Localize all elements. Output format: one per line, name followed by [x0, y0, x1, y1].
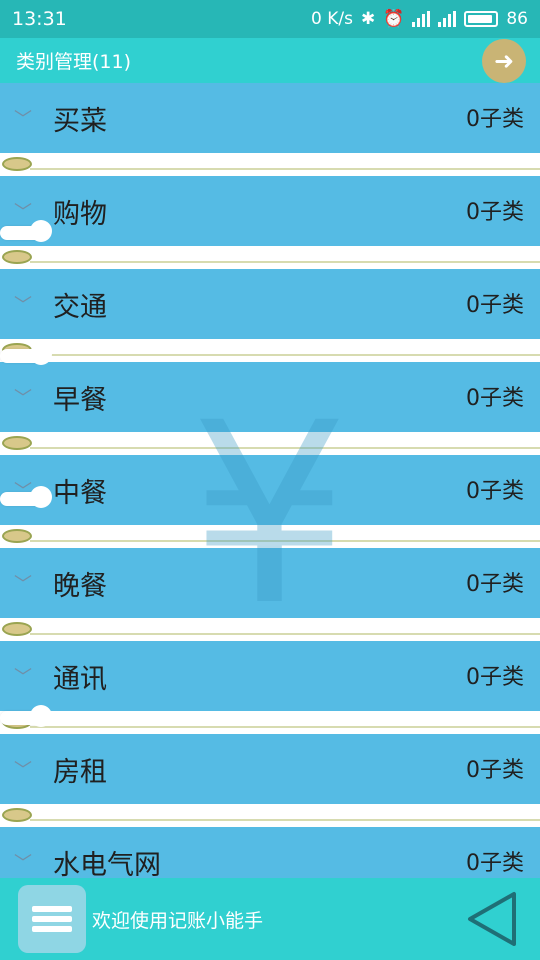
- category-row[interactable]: ﹀ 中餐 0子类: [0, 455, 540, 548]
- subcategory-count: 0子类: [466, 200, 524, 225]
- subcategory-count: 0子类: [466, 572, 524, 597]
- bluetooth-icon: ✱: [360, 9, 376, 29]
- category-row-main[interactable]: ﹀ 买菜 0子类: [0, 83, 540, 153]
- subcategory-count: 0子类: [466, 758, 524, 783]
- category-row-main[interactable]: ﹀ 晚餐 0子类: [0, 548, 540, 618]
- category-label: 早餐: [53, 384, 107, 416]
- drag-handle[interactable]: [0, 486, 52, 508]
- chevron-down-icon[interactable]: ﹀: [0, 570, 46, 596]
- category-label: 水电气网: [53, 849, 161, 879]
- category-label: 房租: [53, 756, 107, 788]
- category-row-main[interactable]: ﹀ 水电气网 0子类: [0, 827, 540, 878]
- category-row-main[interactable]: ﹀ 通讯 0子类: [0, 641, 540, 711]
- chevron-down-icon[interactable]: ﹀: [0, 384, 46, 410]
- category-label: 中餐: [53, 477, 107, 509]
- category-row-main[interactable]: ﹀ 购物 0子类: [0, 176, 540, 246]
- subcategory-count: 0子类: [466, 479, 524, 504]
- category-row[interactable]: ﹀ 交通 0子类: [0, 269, 540, 365]
- row-divider: [0, 246, 540, 269]
- welcome-message: 欢迎使用记账小能手: [92, 909, 264, 932]
- category-label: 交通: [53, 291, 107, 323]
- app-menu-icon[interactable]: [18, 885, 86, 953]
- category-label: 晚餐: [53, 570, 107, 602]
- back-button[interactable]: ➜: [482, 38, 526, 83]
- subcategory-count: 0子类: [466, 293, 524, 318]
- row-divider: [0, 432, 540, 455]
- bottom-bar: 欢迎使用记账小能手: [0, 878, 540, 960]
- subcategory-count: 0子类: [466, 107, 524, 132]
- category-label: 通讯: [53, 663, 107, 695]
- row-divider: [0, 339, 540, 362]
- signal-4g-icon: [412, 11, 431, 27]
- subcategory-count: 0子类: [466, 851, 524, 876]
- category-row-main[interactable]: ﹀ 交通 0子类: [0, 269, 540, 339]
- category-row[interactable]: ﹀ 房租 0子类: [0, 705, 540, 827]
- category-label: 购物: [53, 198, 107, 230]
- category-row[interactable]: ﹀ 早餐 0子类: [0, 362, 540, 455]
- row-divider: [0, 153, 540, 176]
- row-divider: [0, 804, 540, 827]
- row-divider: [0, 618, 540, 641]
- alarm-icon: ⏰: [383, 9, 405, 29]
- row-divider: [0, 525, 540, 548]
- title-bar: 类别管理(11) ➜: [0, 38, 540, 83]
- category-row-main[interactable]: ﹀ 房租 0子类: [0, 734, 540, 804]
- chevron-down-icon[interactable]: ﹀: [0, 756, 46, 782]
- category-row-main[interactable]: ﹀ 中餐 0子类: [0, 455, 540, 525]
- status-time: 13:31: [12, 8, 67, 30]
- leaf-icon: [2, 622, 32, 636]
- subcategory-count: 0子类: [466, 386, 524, 411]
- leaf-icon: [2, 436, 32, 450]
- category-row[interactable]: ﹀ 购物 0子类: [0, 176, 540, 269]
- leaf-icon: [2, 157, 32, 171]
- chevron-down-icon[interactable]: ﹀: [0, 849, 46, 875]
- category-list[interactable]: ﹀ 买菜 0子类 ﹀ 购物 0子类 ﹀ 交通 0子类 ﹀ 早餐 0子类 中餐 0…: [0, 83, 540, 878]
- drag-handle[interactable]: [0, 705, 52, 727]
- leaf-icon: [2, 529, 32, 543]
- battery-icon: [464, 11, 499, 27]
- category-row[interactable]: ﹀ 买菜 0子类: [0, 83, 540, 176]
- arrow-down-circle-icon: ➜: [493, 46, 515, 75]
- category-row[interactable]: ﹀ 水电气网 0子类: [0, 827, 540, 878]
- leaf-icon: [2, 250, 32, 264]
- chevron-down-icon[interactable]: ﹀: [0, 663, 46, 689]
- chevron-down-icon[interactable]: ﹀: [0, 291, 46, 317]
- drag-handle[interactable]: [0, 220, 52, 242]
- leaf-icon: [2, 808, 32, 822]
- status-bar: 13:31 0 K/s ✱ ⏰ 86: [0, 0, 540, 38]
- drag-handle[interactable]: [0, 343, 52, 365]
- chevron-down-icon[interactable]: ﹀: [0, 105, 46, 131]
- page-title: 类别管理(11): [16, 51, 132, 73]
- battery-level: 86: [506, 9, 528, 29]
- category-label: 买菜: [53, 105, 107, 137]
- signal-icon: [438, 11, 457, 27]
- status-indicators: 0 K/s ✱ ⏰ 86: [311, 9, 528, 29]
- category-row-main[interactable]: ﹀ 早餐 0子类: [0, 362, 540, 432]
- category-row[interactable]: ﹀ 晚餐 0子类: [0, 548, 540, 641]
- category-row[interactable]: ﹀ 通讯 0子类: [0, 641, 540, 734]
- subcategory-count: 0子类: [466, 665, 524, 690]
- row-divider: [0, 711, 540, 734]
- net-speed: 0 K/s: [310, 9, 353, 29]
- back-triangle-icon[interactable]: [462, 889, 522, 949]
